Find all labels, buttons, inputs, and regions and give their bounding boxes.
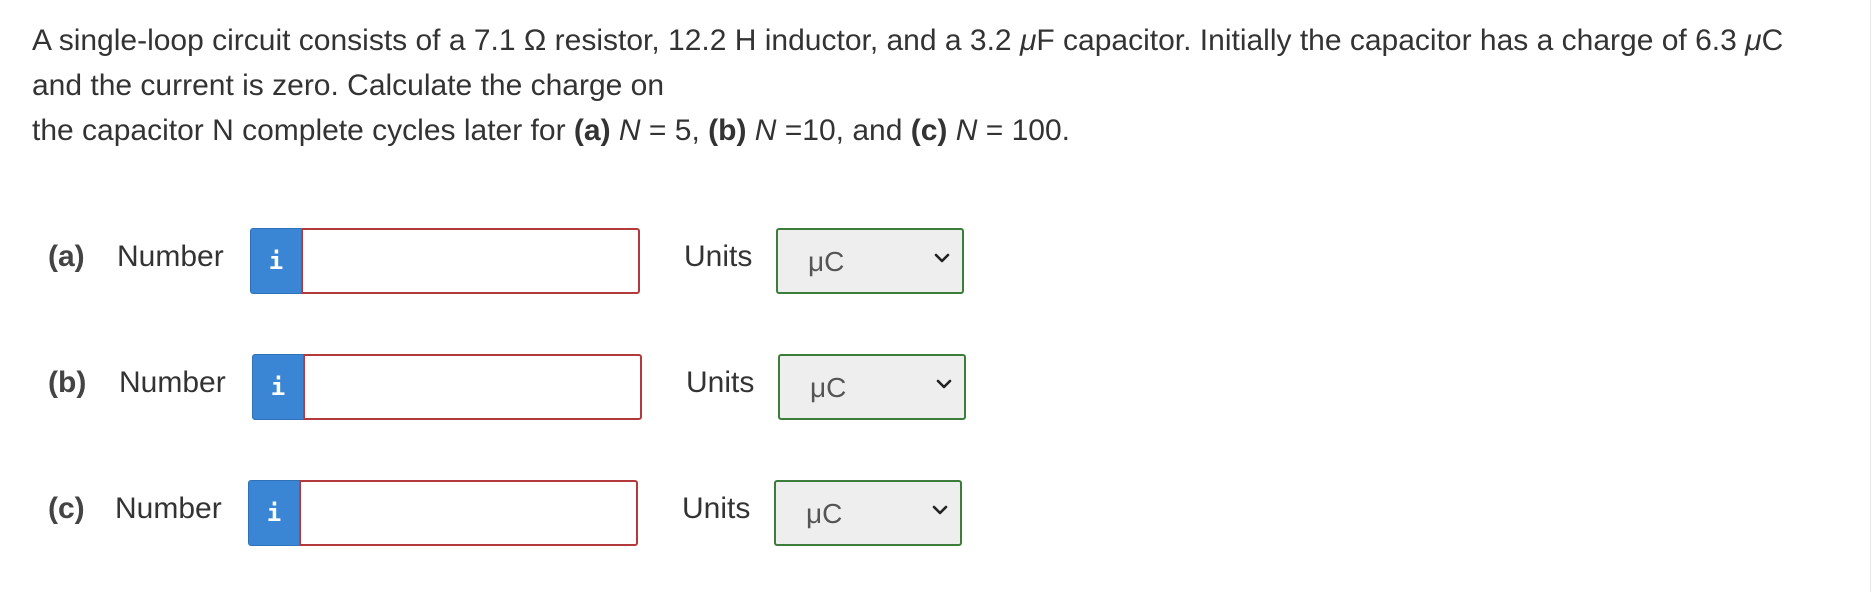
units-selected-value: μC <box>810 372 847 403</box>
part-label: (c) <box>48 492 85 525</box>
info-icon: i <box>266 499 282 527</box>
units-select[interactable]: μC <box>776 228 964 294</box>
part-label: (a) <box>48 240 85 273</box>
question-page: A single-loop circuit consists of a 7.1 … <box>0 0 1871 592</box>
units-label: Units <box>684 240 753 273</box>
number-label: Number <box>115 492 222 525</box>
units-select[interactable]: μC <box>774 480 962 546</box>
question-text: A single-loop circuit consists of a 7.1 … <box>32 18 1862 153</box>
info-button[interactable]: i <box>248 480 300 546</box>
units-selected-value: μC <box>808 246 845 277</box>
info-icon: i <box>268 247 284 275</box>
units-label: Units <box>682 492 751 525</box>
info-icon: i <box>270 373 286 401</box>
units-selected-value: μC <box>806 498 843 529</box>
number-label: Number <box>117 240 224 273</box>
info-button[interactable]: i <box>250 228 302 294</box>
number-input[interactable] <box>304 354 642 420</box>
answer-row-a: (a) Number i Units μC <box>0 228 1000 294</box>
number-input[interactable] <box>300 480 638 546</box>
answer-row-b: (b) Number i Units μC <box>0 354 1000 420</box>
units-label: Units <box>686 366 755 399</box>
question-line-3: the capacitor N complete cycles later fo… <box>32 114 1071 147</box>
number-label: Number <box>119 366 226 399</box>
chevron-down-icon <box>936 379 952 389</box>
question-line-1: A single-loop circuit consists of a 7.1 … <box>32 24 1784 57</box>
info-button[interactable]: i <box>252 354 304 420</box>
question-line-2: and the current is zero. Calculate the c… <box>32 69 665 102</box>
part-label: (b) <box>48 366 87 399</box>
chevron-down-icon <box>934 253 950 263</box>
answer-row-c: (c) Number i Units μC <box>0 480 1000 546</box>
chevron-down-icon <box>932 505 948 515</box>
units-select[interactable]: μC <box>778 354 966 420</box>
number-input[interactable] <box>302 228 640 294</box>
